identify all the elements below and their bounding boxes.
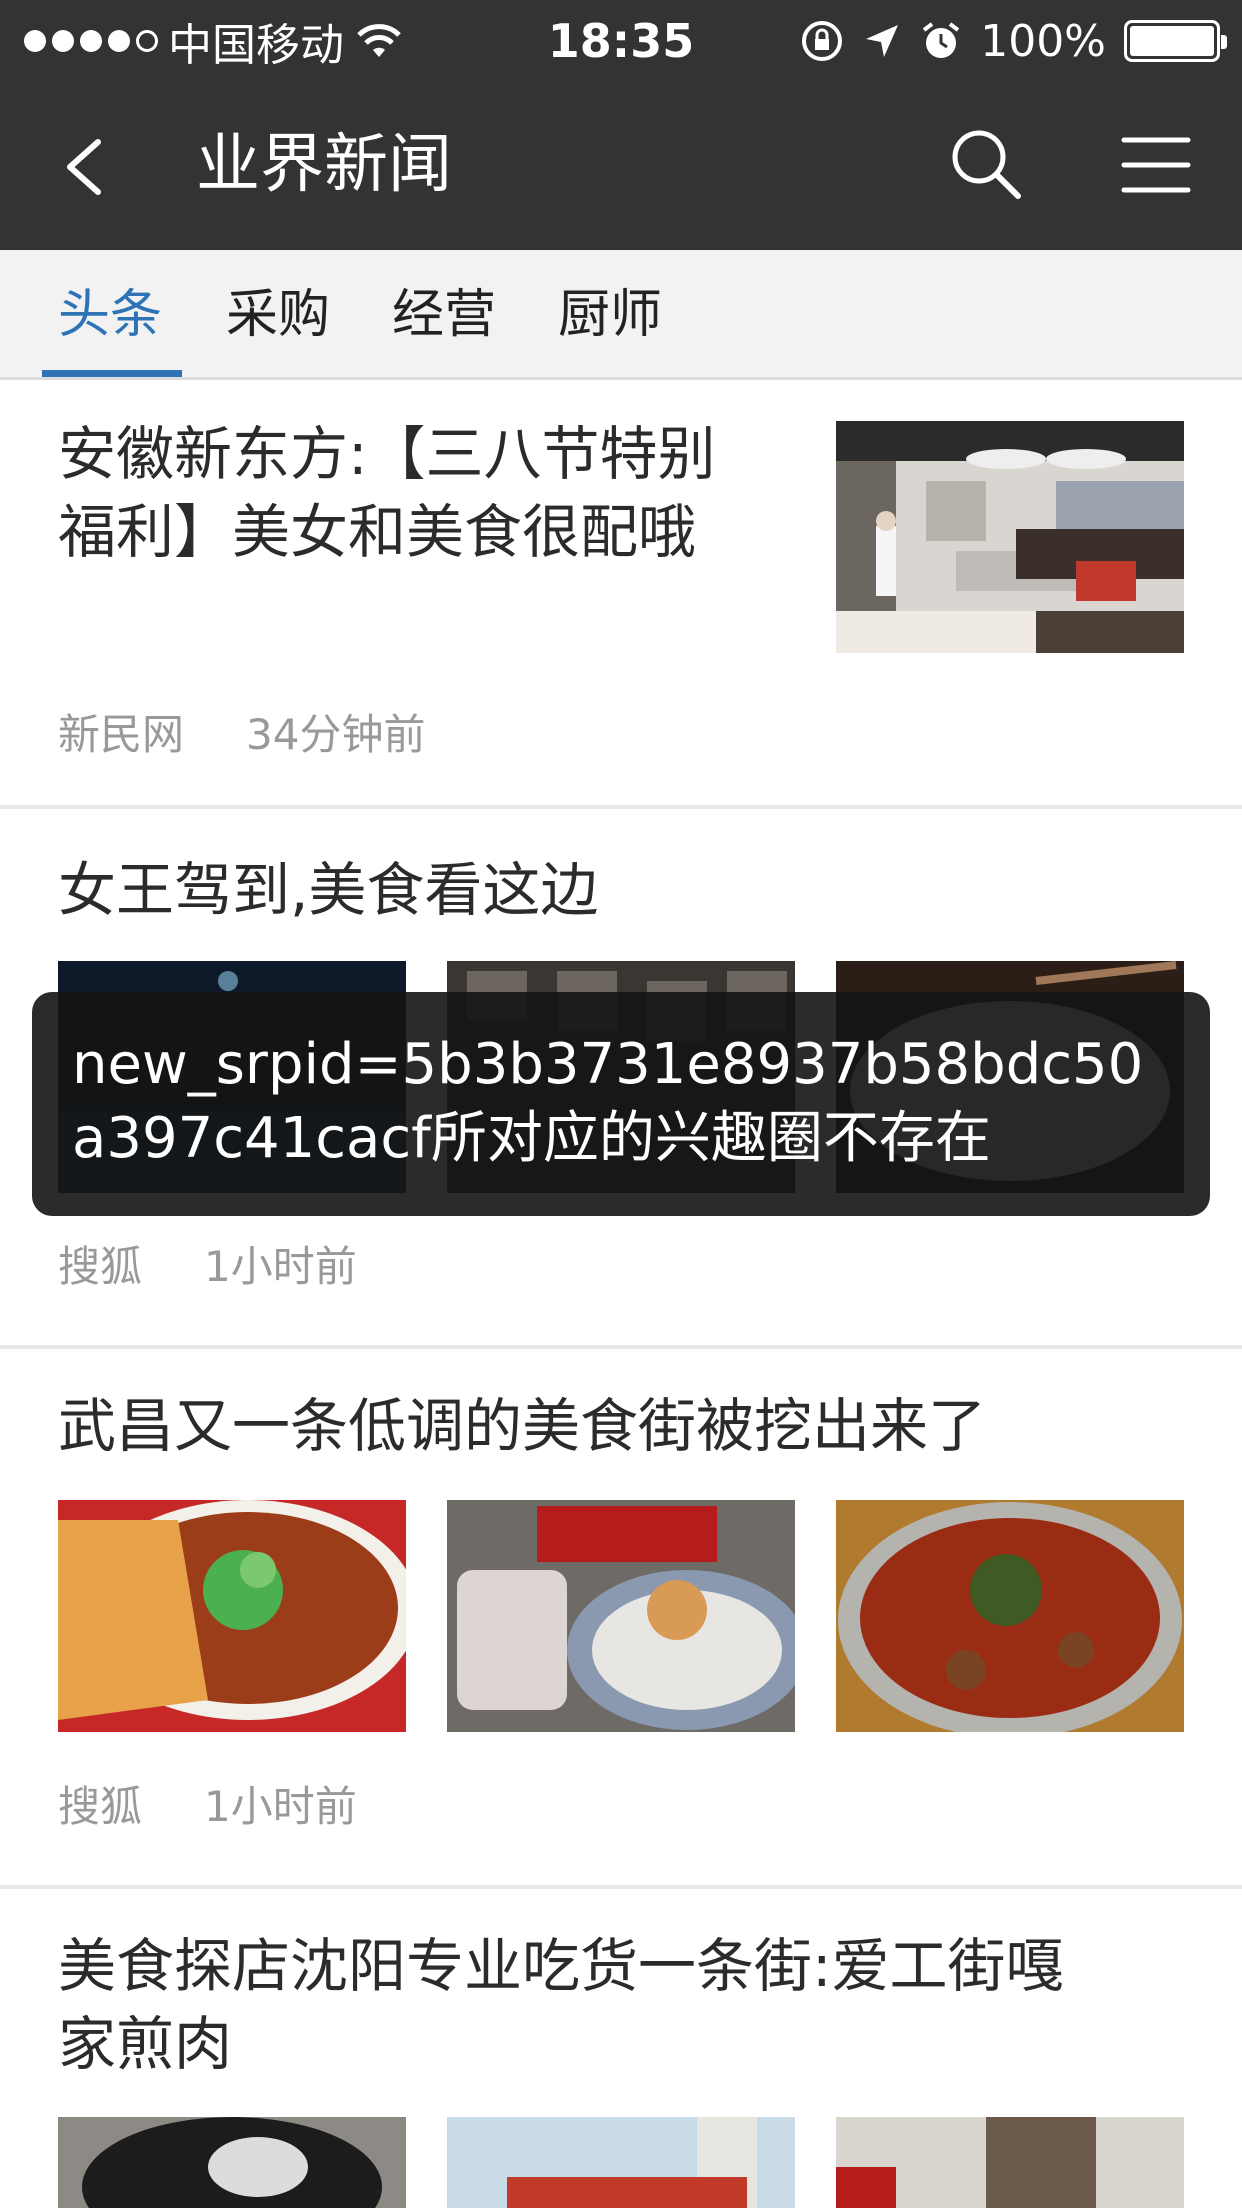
article-thumbnail (836, 2117, 1184, 2208)
article-time: 34分钟前 (246, 710, 426, 759)
chevron-left-icon[interactable] (50, 122, 120, 212)
tab-chefs[interactable]: 厨师 (558, 280, 662, 350)
active-tab-indicator (42, 370, 182, 377)
location-arrow-icon (866, 25, 899, 57)
article-source: 搜狐 (58, 1782, 143, 1831)
article-source: 搜狐 (58, 1242, 143, 1291)
article-title: 安徽新东方:【三八节特别 福利】美女和美食很配哦 (58, 420, 716, 566)
article-thumbnail (447, 2117, 795, 2208)
list-item[interactable]: 武昌又一条低调的美食街被挖出来了 搜狐 1小时前 (0, 1349, 1242, 1885)
battery-percent: 100% (980, 15, 1106, 67)
hamburger-menu-icon[interactable] (1120, 134, 1192, 196)
alarm-icon (923, 22, 960, 58)
orientation-lock-icon (802, 21, 843, 61)
tab-operations[interactable]: 经营 (392, 280, 496, 350)
tab-procurement[interactable]: 采购 (226, 280, 330, 350)
list-item[interactable]: 安徽新东方:【三八节特别 福利】美女和美食很配哦 新民网 34分钟前 (0, 383, 1242, 807)
category-tabs: 头条 采购 经营 厨师 (0, 250, 1242, 380)
article-time: 1小时前 (204, 1242, 357, 1291)
article-thumbnail (58, 1500, 406, 1732)
article-meta: 新民网 34分钟前 (58, 701, 425, 762)
article-title: 武昌又一条低调的美食街被挖出来了 (58, 1392, 987, 1460)
battery-icon (1124, 20, 1227, 62)
article-thumbnail (836, 421, 1184, 653)
article-thumbnail (58, 2117, 406, 2208)
article-title: 美食探店沈阳专业吃货一条街:爱工街嘎 家煎肉 (58, 1932, 1064, 2078)
article-thumbnail (447, 1500, 795, 1732)
article-meta: 搜狐 1小时前 (58, 1233, 357, 1294)
list-item[interactable]: 美食探店沈阳专业吃货一条街:爱工街嘎 家煎肉 (0, 1889, 1242, 2208)
nav-bar: 业界新闻 (0, 82, 1242, 250)
toast-message: new_srpid=5b3b3731e8937b58bdc50a397c41ca… (32, 992, 1210, 1216)
tab-headlines[interactable]: 头条 (58, 280, 162, 350)
article-source: 新民网 (58, 710, 185, 759)
article-title: 女王驾到,美食看这边 (58, 856, 599, 924)
search-icon[interactable] (946, 124, 1026, 204)
article-time: 1小时前 (204, 1782, 357, 1831)
article-meta: 搜狐 1小时前 (58, 1773, 357, 1834)
page-title: 业界新闻 (196, 128, 452, 202)
status-bar: 中国移动 18:35 100% (0, 0, 1242, 82)
article-thumbnail (836, 1500, 1184, 1732)
